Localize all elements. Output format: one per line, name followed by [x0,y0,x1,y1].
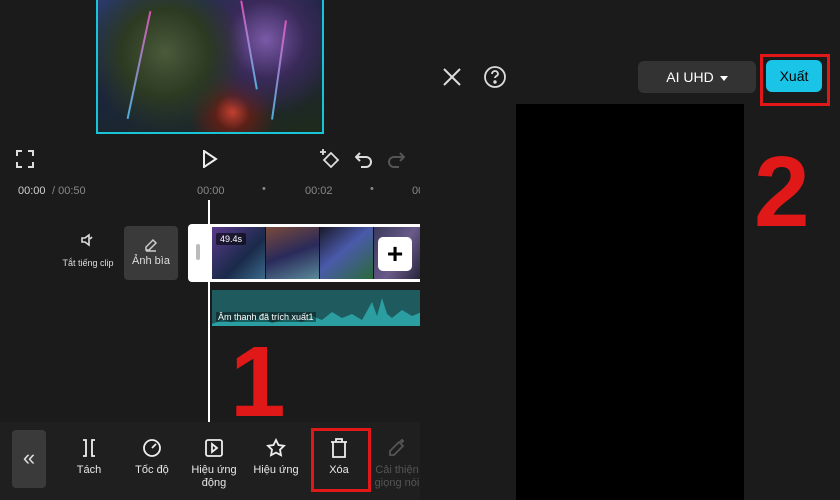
video-preview[interactable] [96,0,324,134]
edit-icon [124,238,178,255]
tool-label: Hiệu ứng [253,464,299,476]
clip-thumbnail [320,227,374,279]
ruler-tick: 00 [412,185,420,197]
redo-icon[interactable] [384,147,408,171]
speed-icon [121,436,183,460]
close-icon[interactable] [440,65,464,89]
tool-voice-enhance[interactable]: Cải thiện giọng nói [366,436,420,490]
split-icon [58,436,120,460]
play-icon[interactable] [198,147,222,171]
audio-track[interactable]: Âm thanh đã trích xuất1 [212,290,420,326]
highlight-box [760,54,830,106]
clip-trim-handle[interactable] [196,244,200,260]
ruler-tick: 00:02 [305,185,333,197]
fullscreen-icon[interactable] [14,148,36,170]
bottom-toolbar: « Tách Tốc độ Hiệu ứng động Hiệu ứng Xóa… [0,422,420,500]
clip-duration: 49.4s [216,233,247,245]
undo-icon[interactable] [352,147,376,171]
collapse-toolbar-button[interactable]: « [12,430,46,488]
annotation-number: 1 [230,326,286,438]
mute-clip-button[interactable]: Tắt tiếng clip [58,232,118,268]
clip-thumbnail [266,227,320,279]
ruler-tick: 00:00 [197,185,225,197]
ruler-dot: • [262,183,266,195]
highlight-box [311,428,371,492]
quality-label: AI UHD [666,69,714,85]
timeline-ruler: 00:00 / 00:50 00:00 • 00:02 • 00 [0,182,420,202]
animation-icon [183,436,245,460]
playback-controls [0,140,420,176]
ruler-dot: • [370,183,374,195]
mute-clip-label: Tắt tiếng clip [62,258,114,268]
audio-label: Âm thanh đã trích xuất1 [216,312,316,322]
cover-label: Ảnh bìa [132,255,170,267]
tool-label: Tốc độ [135,464,169,476]
tool-speed[interactable]: Tốc độ [121,436,183,477]
tool-label: Hiệu ứng động [191,464,237,489]
tool-effects[interactable]: Hiệu ứng [245,436,307,477]
add-clip-button[interactable]: + [378,237,412,271]
voice-enhance-icon [366,436,420,460]
export-panel: AI UHD Xuất 2 [420,0,840,500]
current-time: 00:00 [18,185,46,197]
quality-selector[interactable]: AI UHD [638,61,756,93]
total-time: / 00:50 [52,185,86,197]
tool-label: Cải thiện giọng nói [374,464,420,489]
annotation-number: 2 [754,136,810,248]
tool-split[interactable]: Tách [58,436,120,477]
keyframe-icon[interactable] [318,147,342,171]
speaker-icon [58,232,118,250]
help-icon[interactable] [482,64,508,90]
cover-button[interactable]: Ảnh bìa [124,226,178,280]
editor-panel: 00:00 / 00:50 00:00 • 00:02 • 00 Tắt tiế… [0,0,420,500]
playhead[interactable] [208,200,210,422]
export-preview [516,104,744,500]
effects-icon [245,436,307,460]
tool-label: Tách [76,464,102,476]
tool-animation[interactable]: Hiệu ứng động [183,436,245,490]
caret-down-icon [719,69,728,85]
